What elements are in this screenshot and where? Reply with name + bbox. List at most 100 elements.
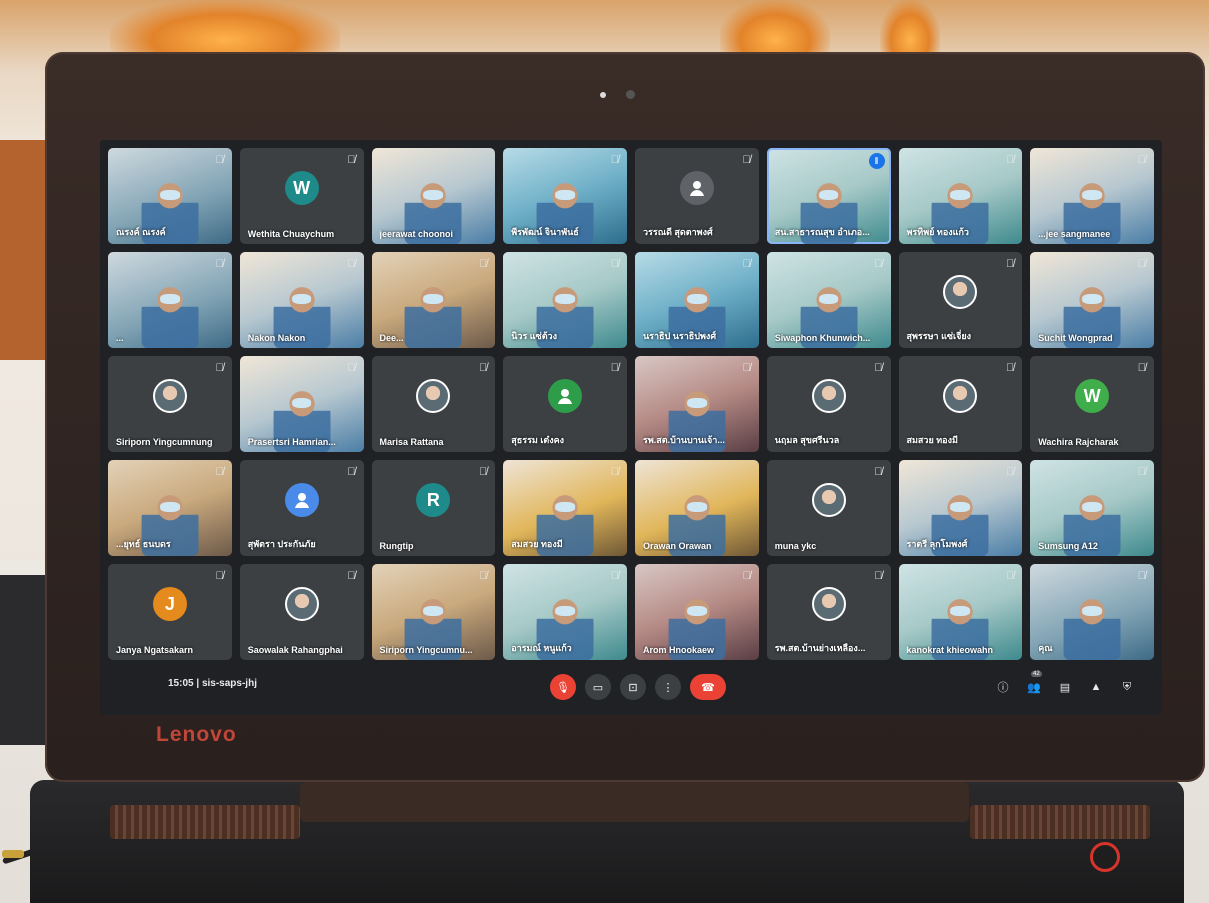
participant-tile[interactable]: W 🎙̸ Wachira Rajcharak — [1030, 356, 1154, 452]
avatar-letter: J — [152, 587, 187, 622]
mic-off-icon: 🎙̸ — [1137, 570, 1146, 582]
mic-off-icon: 🎙̸ — [347, 154, 356, 166]
mic-off-icon: 🎙̸ — [1006, 362, 1015, 374]
mic-off-icon: 🎙̸ — [874, 466, 883, 478]
participant-name: jeerawat choonoi — [379, 229, 454, 239]
participant-tile[interactable]: 🎙̸... — [108, 252, 232, 348]
participant-tile[interactable]: 🎙̸ Marisa Rattana — [371, 356, 496, 452]
mic-off-icon: 🎙̸ — [742, 258, 751, 270]
mic-off-icon: 🎙̸ — [610, 570, 619, 582]
participant-tile[interactable]: 🎙̸ ราตรี ลุกโมพงศ์ — [898, 460, 1023, 556]
participant-tile[interactable]: 🎙̸ อารมณ์ หนูแก้ว — [503, 564, 627, 660]
mic-off-icon: 🎙̸ — [610, 466, 619, 478]
shield-icon: ⛨ — [1122, 680, 1132, 693]
mic-off-icon: 🎙̸ — [215, 466, 224, 478]
participant-tile[interactable]: 🎙̸ สุธรรม เต๋งคง — [503, 356, 627, 452]
mic-off-icon: 🎙̸ — [1137, 466, 1146, 478]
activities-button[interactable]: ▲ — [1089, 680, 1103, 694]
face-mask — [818, 294, 839, 304]
people-icon: 👥 — [1027, 681, 1041, 694]
camera-icon: ▭ — [592, 681, 604, 694]
participant-name: Sumsung A12 — [1038, 541, 1098, 551]
face-mask — [423, 190, 444, 200]
avatar-photo — [943, 379, 978, 414]
participant-tile[interactable]: Orawan Orawan — [635, 460, 759, 556]
participant-tile[interactable]: 🎙̸ ...jee sangmanee — [1030, 148, 1154, 244]
mic-toggle-button[interactable]: 🎙 — [550, 674, 576, 700]
default-avatar-icon — [548, 379, 583, 414]
participant-count-badge: 42 — [1031, 671, 1042, 677]
participant-tile[interactable]: 🎙̸ สมสวย ทองมี — [898, 356, 1023, 452]
avatar-photo — [284, 587, 319, 622]
participant-tile[interactable]: 🎙̸ Nakon Nakon — [239, 252, 364, 348]
participant-tile[interactable]: 🎙̸ รพ.สต.บ้านย่างเหลือง... — [766, 564, 891, 660]
participant-tile[interactable]: 🎙̸ Arom Hnookaew — [635, 564, 759, 660]
participant-name: สน.สาธารณสุข อำเภอ... — [774, 227, 870, 237]
participant-tile[interactable]: 🎙̸ Siriporn Yingcumnung — [108, 356, 232, 452]
chat-button[interactable]: ▤ — [1058, 680, 1072, 694]
participant-tile[interactable]: R 🎙̸ Rungtip — [371, 460, 496, 556]
participant-tile[interactable]: 🎙̸ พรทิพย์ ทองแก้ว — [898, 148, 1023, 244]
chat-icon: ▤ — [1059, 681, 1071, 694]
participant-tile[interactable]: 🎙̸ Prasertsri Hamrian... — [239, 356, 364, 452]
participant-tile[interactable]: 🎙̸ Siwaphon Khunwich... — [766, 252, 891, 348]
participant-tile[interactable]: 🎙̸ สมสวย ทองมี — [503, 460, 627, 556]
face-mask — [291, 398, 312, 408]
participant-name: ... — [116, 333, 124, 343]
mic-off-icon: 🎙̸ — [1006, 258, 1015, 270]
face-mask — [555, 294, 576, 304]
participant-tile[interactable]: 🎙̸ วรรณดี สุดตาพงศ์ — [635, 148, 759, 244]
participant-name: kanokrat khieowahn — [906, 645, 994, 655]
info-button[interactable]: ⓘ — [996, 680, 1010, 694]
participant-tile[interactable]: 🎙̸ นฤมล สุขศรีนวล — [766, 356, 891, 452]
participant-tile[interactable]: 🎙̸ นิวร แซ่ต้วง — [503, 252, 627, 348]
people-button[interactable]: 👥 42 — [1027, 671, 1042, 694]
avatar-photo — [416, 379, 451, 414]
mic-off-icon: 🎙 — [556, 681, 570, 694]
mic-off-icon: 🎙̸ — [479, 258, 488, 270]
hang-up-icon: ☎ — [701, 681, 715, 694]
participant-tile[interactable]: 🎙̸ ...ยุทธ์ ธนบดร — [108, 460, 232, 556]
avatar-letter: W — [1075, 379, 1110, 414]
face-mask — [291, 294, 312, 304]
avatar-photo — [811, 587, 846, 622]
participant-tile[interactable]: 🎙̸ muna ykc — [766, 460, 891, 556]
participant-tile[interactable]: ⦀ สน.สาธารณสุข อำเภอ... — [766, 148, 891, 244]
mic-off-icon: 🎙̸ — [874, 258, 883, 270]
participant-tile[interactable]: 🎙̸ Suchit Wongprad — [1030, 252, 1154, 348]
participant-tile[interactable]: 🎙̸ kanokrat khieowahn — [898, 564, 1023, 660]
participant-tile[interactable]: jeerawat choonoi — [371, 148, 496, 244]
webcam-light — [600, 92, 606, 98]
participant-tile[interactable]: 🎙̸ Siriporn Yingcumnu... — [371, 564, 496, 660]
present-button[interactable]: ⊡ — [620, 674, 646, 700]
participant-grid: 🎙̸ ณรงค์ ณรงค์ W 🎙̸ Wethita Chuaychum jeerawa… — [108, 148, 1154, 660]
face-mask — [818, 190, 839, 200]
participant-tile[interactable]: 🎙̸ Sumsung A12 — [1030, 460, 1154, 556]
info-icon: ⓘ — [997, 682, 1009, 694]
face-mask — [686, 294, 707, 304]
mic-off-icon: 🎙̸ — [1137, 154, 1146, 166]
participant-tile[interactable]: W 🎙̸ Wethita Chuaychum — [239, 148, 364, 244]
participant-tile[interactable]: J 🎙̸ Janya Ngatsakarn — [108, 564, 232, 660]
participant-name: สมสวย ทองมี — [511, 539, 563, 549]
participant-tile[interactable]: 🎙̸ สุพัตรา ประกันภัย — [239, 460, 364, 556]
face-mask — [423, 294, 444, 304]
participant-name: Janya Ngatsakarn — [116, 645, 194, 655]
participant-tile[interactable]: 🎙̸ สุพรรษา แซ่เจี่ยง — [898, 252, 1023, 348]
mic-off-icon: 🎙̸ — [347, 258, 356, 270]
participant-tile[interactable]: 🎙̸ พีรพัฒน์ จินาพันธ์ — [503, 148, 627, 244]
host-controls-button[interactable]: ⛨ — [1120, 680, 1134, 694]
camera-toggle-button[interactable]: ▭ — [585, 674, 611, 700]
participant-tile[interactable]: 🎙̸ คุณ — [1030, 564, 1154, 660]
more-options-button[interactable]: ⋮ — [655, 674, 681, 700]
participant-tile[interactable]: 🎙̸ Dee... — [371, 252, 496, 348]
face-mask — [555, 190, 576, 200]
participant-tile[interactable]: 🎙̸ รพ.สต.บ้านบานเจ้า... — [635, 356, 759, 452]
mic-off-icon: 🎙̸ — [1006, 154, 1015, 166]
participant-tile[interactable]: 🎙̸ ณรงค์ ณรงค์ — [108, 148, 232, 244]
face-mask — [159, 502, 180, 512]
leave-call-button[interactable]: ☎ — [690, 674, 726, 700]
participant-tile[interactable]: 🎙̸ นราธิป นราธิปพงศ์ — [635, 252, 759, 348]
power-button[interactable] — [1090, 842, 1120, 872]
participant-tile[interactable]: 🎙̸ Saowalak Rahangphai — [239, 564, 364, 660]
